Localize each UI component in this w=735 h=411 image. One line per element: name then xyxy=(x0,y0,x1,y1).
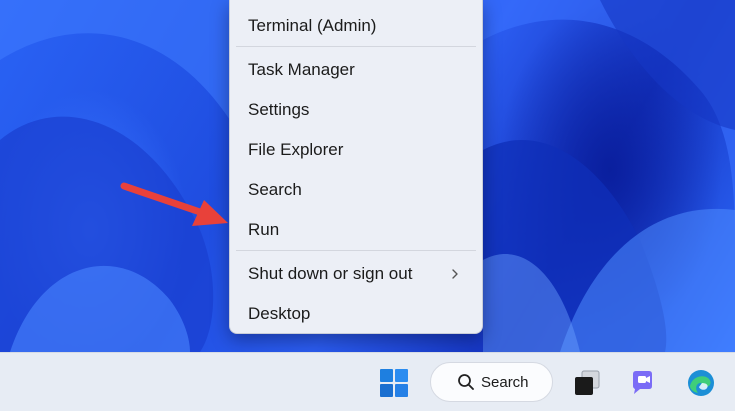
menu-item-label: Search xyxy=(248,180,302,199)
menu-item-label: Shut down or sign out xyxy=(248,264,413,283)
menu-item-search[interactable]: Search xyxy=(230,172,482,208)
menu-item-task-manager[interactable]: Task Manager xyxy=(230,52,482,88)
start-button[interactable] xyxy=(375,364,413,402)
taskbar-search-box[interactable]: Search xyxy=(430,362,553,402)
menu-item-label: Task Manager xyxy=(248,60,355,79)
menu-item-label: Desktop xyxy=(248,304,311,323)
chevron-right-icon xyxy=(452,269,458,279)
task-view-icon xyxy=(575,370,600,395)
quick-link-menu: Terminal (Admin) Task Manager Settings F… xyxy=(229,0,483,334)
teams-chat-icon xyxy=(633,371,652,394)
annotation-arrow-icon xyxy=(120,182,228,226)
menu-item-label: Settings xyxy=(248,100,310,119)
edge-browser-button[interactable] xyxy=(682,364,720,402)
menu-item-desktop[interactable]: Desktop xyxy=(230,296,482,332)
taskbar: Search xyxy=(0,352,735,411)
menu-item-label: File Explorer xyxy=(248,140,344,159)
menu-separator xyxy=(236,250,476,251)
search-icon xyxy=(458,374,474,390)
menu-item-file-explorer[interactable]: File Explorer xyxy=(230,132,482,168)
menu-item-label: Run xyxy=(248,220,280,239)
menu-item-terminal-admin[interactable]: Terminal (Admin) xyxy=(230,8,482,44)
teams-chat-button[interactable] xyxy=(625,364,663,402)
menu-separator xyxy=(236,46,476,47)
menu-item-shut-down[interactable]: Shut down or sign out xyxy=(230,256,482,292)
edge-icon xyxy=(688,370,714,396)
menu-item-label: Terminal (Admin) xyxy=(248,16,377,35)
task-view-button[interactable] xyxy=(568,364,606,402)
windows-start-icon xyxy=(380,369,408,397)
menu-item-settings[interactable]: Settings xyxy=(230,92,482,128)
search-label: Search xyxy=(481,373,529,391)
menu-item-run[interactable]: Run xyxy=(230,212,482,248)
